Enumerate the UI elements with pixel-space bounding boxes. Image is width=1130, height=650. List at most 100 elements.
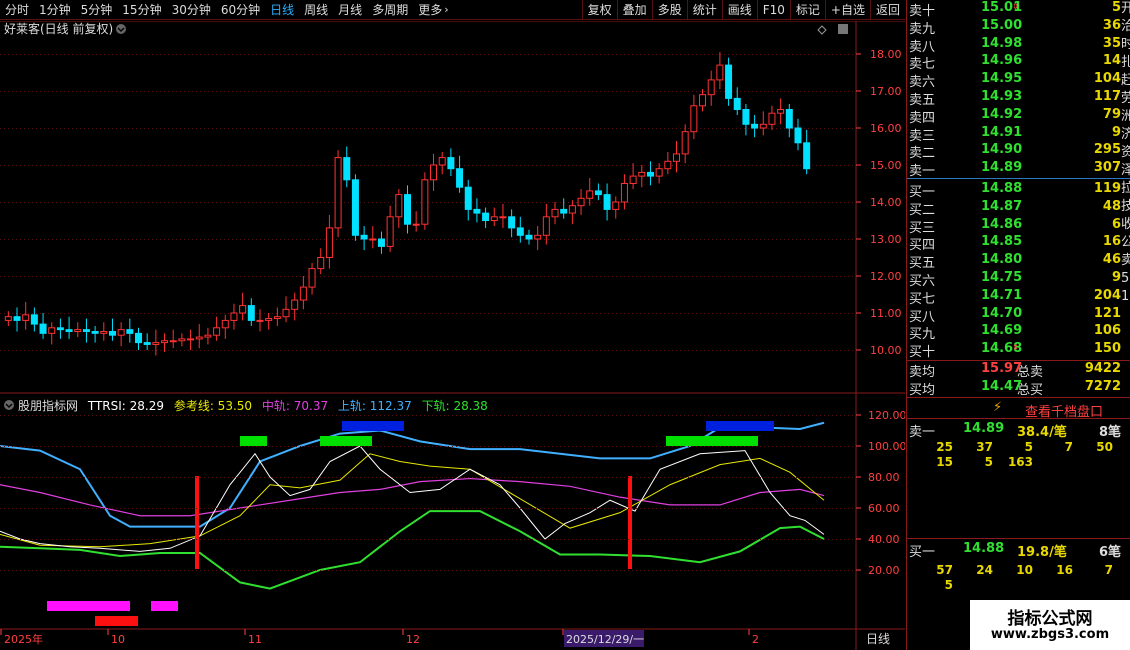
- date-tick: 2: [752, 633, 759, 646]
- order-level-row: 买二 14.87 48: [909, 198, 1121, 218]
- price-tick: 12.00: [870, 270, 902, 283]
- queue-qty: 24: [976, 563, 993, 577]
- period-tab[interactable]: 5分钟: [76, 1, 118, 18]
- chart-title: 好莱客(日线 前复权): [4, 21, 113, 36]
- tool-button[interactable]: 复权: [581, 0, 617, 20]
- upper-value: 上轨: 112.37: [338, 399, 412, 413]
- order-level-row: 卖七 14.96 14: [909, 53, 1121, 73]
- price-tick: 15.00: [870, 159, 902, 172]
- tool-button[interactable]: 返回: [869, 0, 905, 20]
- order-level-row: 买一 14.88 119: [909, 181, 1121, 200]
- period-tab[interactable]: 分时: [0, 1, 34, 18]
- watermark-title: 指标公式网: [1007, 609, 1093, 629]
- order-level-row: 卖四 14.92 79: [909, 106, 1121, 126]
- mid-value: 中轨: 70.37: [262, 398, 328, 413]
- order-level-row: 卖五 14.93 117: [909, 89, 1121, 108]
- period-tab[interactable]: 15分钟: [117, 1, 166, 18]
- order-level-row: 买四 14.85 16: [909, 234, 1121, 254]
- order-level-row: 买五 14.80 46: [909, 252, 1121, 272]
- price-axis: 18.00 17.00 16.00 15.00 14.00 13.00 12.00 11.00…: [856, 48, 902, 357]
- order-level-row: 买十 14.68 ⇕ 150: [909, 341, 1121, 361]
- order-level-row: 买三 14.86 6: [909, 216, 1121, 236]
- order-level-row: 卖二 14.90 295: [909, 142, 1121, 162]
- order-level-row: 卖六 14.95 104: [909, 71, 1121, 91]
- date-axis: 2025年 10 11 12 2025/12/29/一 2 日线: [0, 629, 890, 647]
- queue-qty: 5: [984, 455, 993, 469]
- period-tab[interactable]: 多周期: [367, 1, 413, 18]
- price-tick: 14.00: [870, 196, 902, 209]
- order-book: 卖十 15.01 ⇕ 5 卖九 15.00 36 卖八 14.98 35 卖七 14.96 14 卖六 14…: [906, 0, 1130, 650]
- queue-qty: 10: [1016, 563, 1033, 577]
- ref-value: 参考线: 53.50: [174, 398, 252, 413]
- queue-qty: 163: [1007, 455, 1033, 469]
- chevron-right-icon[interactable]: ›: [444, 3, 448, 16]
- price-tick: 10.00: [870, 344, 902, 357]
- mid-band-line: [0, 477, 825, 517]
- expand-icon[interactable]: [838, 24, 848, 34]
- period-tab[interactable]: 周线: [299, 1, 333, 18]
- period-tab[interactable]: 更多: [413, 1, 447, 18]
- order-level-row: 买七 14.71 204: [909, 287, 1121, 307]
- tool-button[interactable]: F10: [756, 0, 790, 20]
- period-tab[interactable]: 60分钟: [216, 1, 265, 18]
- period-tab[interactable]: 月线: [333, 1, 367, 18]
- date-tick: 11: [248, 633, 262, 646]
- small-arrow-icon: ⇕: [1012, 2, 1019, 11]
- indicator-axis: 120.00 100.00 80.00 60.00 40.00 20.00: [0, 409, 905, 577]
- tool-buttons: 复权 叠加 多股 统计 画线 F10 标记 +自选 返回: [581, 0, 905, 20]
- title-menu-icon[interactable]: [116, 24, 126, 34]
- buy-signal-bar: [195, 476, 199, 569]
- period-tabs: 分时 1分钟 5分钟 15分钟 30分钟 60分钟 日线 周线 月线 多周期 更多 ›: [0, 1, 449, 18]
- blue-signal-block: [706, 421, 774, 431]
- buy1-detail-header: 买一 14.88 19.8/笔 6笔: [909, 541, 1121, 560]
- tool-button[interactable]: 统计: [686, 0, 722, 20]
- queue-qty: 16: [1056, 563, 1073, 577]
- indicator-header: 股朋指标网 TTRSI: 28.29 参考线: 53.50 中轨: 70.37 …: [18, 398, 488, 413]
- queue-qty: 25: [936, 440, 953, 454]
- queue-qty: 57: [936, 563, 953, 577]
- indicator-tick: 80.00: [868, 471, 900, 484]
- watermark-url: www.zbgs3.com: [990, 627, 1110, 642]
- tool-button[interactable]: 标记: [789, 0, 825, 20]
- green-signal-block: [240, 436, 267, 446]
- queue-qty: 7: [1104, 563, 1113, 577]
- red-signal-block: [95, 616, 138, 626]
- bid-ask-divider: [907, 178, 1130, 179]
- tool-button[interactable]: 多股: [651, 0, 687, 20]
- price-tick: 16.00: [870, 122, 902, 135]
- price-tick: 13.00: [870, 233, 902, 246]
- magenta-signal-block: [47, 601, 130, 611]
- period-tab[interactable]: 30分钟: [167, 1, 216, 18]
- lower-value: 下轨: 28.38: [422, 399, 488, 413]
- indicator-name: 股朋指标网: [18, 398, 78, 413]
- order-level-row: 买八 14.70 121: [909, 305, 1121, 325]
- queue-qty: 50: [1096, 440, 1113, 454]
- green-signal-block: [666, 436, 758, 446]
- indicator-menu-icon[interactable]: [4, 400, 14, 410]
- green-signal-block: [320, 436, 372, 446]
- tool-button[interactable]: 叠加: [616, 0, 652, 20]
- order-level-row: 买九 14.69 106: [909, 323, 1121, 343]
- queue-qty: 37: [976, 440, 993, 454]
- order-level-row: 卖十 15.01 ⇕ 5: [909, 0, 1121, 19]
- magenta-signal-block: [151, 601, 178, 611]
- period-tab[interactable]: 1分钟: [34, 1, 76, 18]
- queue-qty: 15: [936, 455, 953, 469]
- diamond-icon[interactable]: [817, 25, 827, 35]
- period-tab[interactable]: 日线: [265, 1, 299, 18]
- order-level-row: 卖八 14.98 35: [909, 35, 1121, 55]
- order-level-row: 卖三 14.91 9: [909, 124, 1121, 144]
- order-level-row: 买六 14.75 9: [909, 270, 1121, 289]
- buy-signal-bar: [628, 476, 632, 569]
- chart-area[interactable]: 好莱客(日线 前复权) 18.00 17.00 16.00 15.00 14.00 13.…: [0, 21, 905, 650]
- order-level-row: 卖一 14.89 307: [909, 160, 1121, 180]
- queue-qty: 7: [1064, 440, 1073, 454]
- tool-button[interactable]: 画线: [721, 0, 757, 20]
- date-tick: 12: [406, 633, 420, 646]
- reference-line: [0, 453, 825, 548]
- tool-button[interactable]: +自选: [824, 0, 870, 20]
- indicator-tick: 120.00: [868, 409, 905, 422]
- date-tick: 2025/12/29/一: [566, 633, 644, 646]
- side-truncated-text: 开 洽 时 扎 赶 劳 洲 济 资 泽 拉 技 收 公 卖 5 1: [1121, 1, 1130, 304]
- date-tick: 2025年: [4, 632, 43, 646]
